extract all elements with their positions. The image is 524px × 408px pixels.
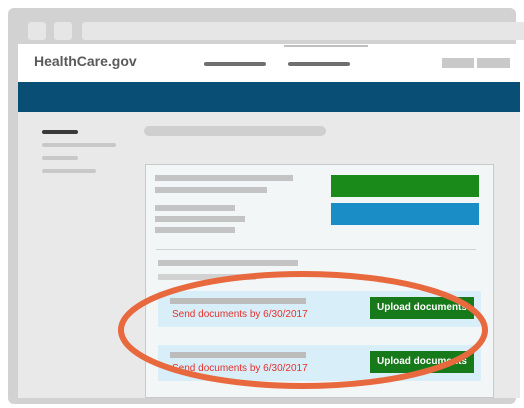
site-header: HealthCare.gov bbox=[18, 44, 520, 82]
upload-documents-button[interactable]: Upload documents bbox=[370, 297, 474, 319]
browser-forward-button[interactable] bbox=[54, 22, 72, 40]
card-detail-line-3 bbox=[155, 227, 235, 233]
primary-navbar bbox=[18, 82, 520, 112]
document-request-row: Send documents by 6/30/2017 Upload docum… bbox=[158, 345, 481, 381]
document-name-placeholder bbox=[170, 298, 306, 304]
card-subheading-placeholder bbox=[155, 187, 267, 193]
sidebar-item-active[interactable] bbox=[42, 130, 78, 134]
upload-documents-button[interactable]: Upload documents bbox=[370, 351, 474, 373]
document-name-placeholder bbox=[170, 352, 306, 358]
header-button-2[interactable] bbox=[477, 58, 510, 68]
card-detail-line-1 bbox=[155, 205, 235, 211]
screenshot-stage: HealthCare.gov Send documents by 6/30/20… bbox=[0, 0, 524, 408]
web-page: HealthCare.gov Send documents by 6/30/20… bbox=[18, 44, 520, 398]
card-detail-line-2 bbox=[155, 216, 245, 222]
documents-subheading-placeholder bbox=[158, 274, 256, 280]
header-nav-link-1[interactable] bbox=[204, 62, 266, 66]
card-heading-placeholder bbox=[155, 175, 293, 181]
page-title-placeholder bbox=[144, 126, 326, 136]
browser-back-button[interactable] bbox=[28, 22, 46, 40]
primary-action-button[interactable] bbox=[331, 175, 479, 197]
documents-heading-placeholder bbox=[158, 260, 298, 266]
header-nav-link-2[interactable] bbox=[288, 62, 350, 66]
secondary-action-button[interactable] bbox=[331, 203, 479, 225]
sidebar-item-2[interactable] bbox=[42, 143, 116, 147]
browser-address-bar[interactable] bbox=[82, 22, 524, 40]
header-top-accent bbox=[284, 45, 368, 47]
sidebar-item-3[interactable] bbox=[42, 156, 78, 160]
application-card: Send documents by 6/30/2017 Upload docum… bbox=[145, 164, 494, 398]
document-deadline-text: Send documents by 6/30/2017 bbox=[172, 363, 308, 374]
header-button-1[interactable] bbox=[442, 58, 474, 68]
document-deadline-text: Send documents by 6/30/2017 bbox=[172, 309, 308, 320]
sidebar-item-4[interactable] bbox=[42, 169, 96, 173]
card-divider bbox=[156, 249, 476, 250]
site-logo[interactable]: HealthCare.gov bbox=[34, 53, 137, 69]
document-request-row: Send documents by 6/30/2017 Upload docum… bbox=[158, 291, 481, 327]
